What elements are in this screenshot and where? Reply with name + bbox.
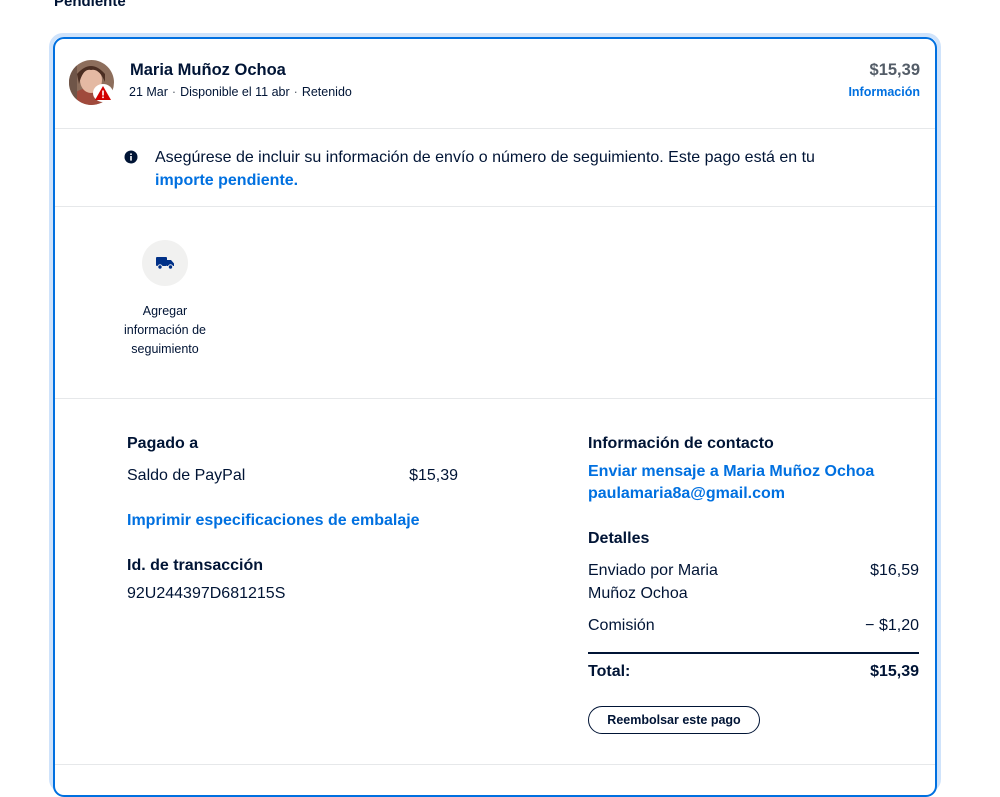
warning-icon	[93, 84, 113, 102]
separator-dot: ·	[293, 85, 298, 99]
refund-button[interactable]: Reembolsar este pago	[588, 706, 760, 734]
add-tracking-button[interactable]	[142, 240, 188, 286]
total-label: Total:	[588, 663, 631, 680]
paid-to-heading: Pagado a	[127, 435, 199, 452]
total-divider	[588, 652, 919, 654]
print-packing-slip-link[interactable]: Imprimir especificaciones de embalaje	[127, 512, 420, 530]
sender-name: Maria Muñoz Ochoa	[130, 61, 286, 79]
divider	[55, 206, 935, 207]
pending-amount-link[interactable]: importe pendiente.	[155, 172, 298, 189]
details-heading: Detalles	[588, 530, 650, 547]
sender-email-link[interactable]: paulamaria8a@gmail.com	[588, 485, 785, 503]
total-amount: $15,39	[870, 663, 919, 680]
information-link[interactable]: Información	[848, 85, 920, 99]
paid-to-amount: $15,39	[409, 467, 458, 484]
section-title: Pendiente	[54, 0, 126, 10]
divider	[55, 764, 935, 765]
add-tracking-label[interactable]: Agregar información de seguimiento	[115, 302, 215, 359]
divider	[55, 398, 935, 399]
available-date: Disponible el 11 abr	[180, 85, 290, 99]
notice-text: Asegúrese de incluir su información de e…	[155, 149, 815, 166]
separator-dot: ·	[171, 85, 177, 99]
transaction-amount: $15,39	[869, 61, 920, 79]
fee-label: Comisión	[588, 617, 655, 634]
divider	[55, 128, 935, 129]
contact-heading: Información de contacto	[588, 435, 774, 452]
message-sender-link[interactable]: Enviar mensaje a Maria Muñoz Ochoa	[588, 463, 874, 481]
paid-to-source: Saldo de PayPal	[127, 467, 246, 484]
transaction-id-heading: Id. de transacción	[127, 557, 264, 574]
sent-by-label-line1: Enviado por Maria	[588, 562, 718, 579]
info-icon	[124, 150, 138, 164]
status-text: Retenido	[301, 85, 352, 99]
transaction-date: 21 Mar	[129, 85, 168, 99]
transaction-meta: 21 Mar · Disponible el 11 abr · Retenido	[129, 85, 352, 99]
truck-icon	[156, 257, 174, 270]
sent-amount: $16,59	[870, 562, 919, 579]
sent-by-label-line2: Muñoz Ochoa	[588, 585, 688, 602]
shipping-notice: Asegúrese de incluir su información de e…	[155, 146, 915, 192]
fee-amount: − $1,20	[865, 617, 919, 634]
transaction-id: 92U244397D681215S	[127, 585, 286, 602]
